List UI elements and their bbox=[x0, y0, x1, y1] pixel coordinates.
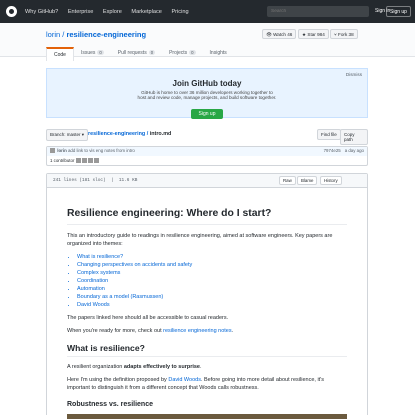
commit-message[interactable]: add link to vis eng notes from intro bbox=[68, 148, 135, 153]
tab-projects[interactable]: Projects 0 bbox=[162, 47, 202, 61]
tab-count: 0 bbox=[148, 50, 156, 55]
avatar bbox=[93, 158, 99, 164]
commit-time: a day ago bbox=[344, 148, 364, 153]
avatar bbox=[87, 158, 93, 164]
theme-link[interactable]: What is resilience? bbox=[77, 253, 347, 261]
tab-count: 0 bbox=[97, 50, 104, 55]
contributors-label: 1 contributor bbox=[50, 158, 75, 163]
file-size: 11.6 KB bbox=[118, 178, 138, 183]
tab-count: 0 bbox=[189, 50, 196, 55]
signup-button[interactable]: Sign up bbox=[386, 6, 411, 17]
repo-header: lorin / resilience-engineering 👁 Watch 4… bbox=[0, 23, 415, 61]
woods-link[interactable]: David Woods bbox=[168, 377, 201, 383]
commit-sha[interactable]: 7974e25 bbox=[324, 148, 341, 153]
blame-button[interactable]: Blame bbox=[297, 176, 318, 185]
branch-select[interactable]: Branch: master ▾ bbox=[46, 129, 89, 141]
text: A resilient organization bbox=[67, 364, 124, 370]
notes-link[interactable]: resilience engineering notes bbox=[163, 328, 232, 334]
file-viewer: 241 lines (181 sloc) | 11.6 KB Raw Blame… bbox=[46, 173, 368, 419]
main-nav: Why GitHub? Enterprise Explore Marketpla… bbox=[25, 9, 197, 15]
theme-link[interactable]: David Woods bbox=[77, 301, 347, 309]
tab-insights[interactable]: Insights bbox=[203, 47, 234, 61]
tab-label: Issues bbox=[80, 50, 96, 56]
tab-label: Code bbox=[54, 52, 66, 58]
nav-enterprise[interactable]: Enterprise bbox=[68, 9, 94, 15]
commit-info: lorin add link to vis eng notes from int… bbox=[47, 147, 367, 156]
github-logo-icon[interactable] bbox=[6, 6, 17, 17]
tab-label: Pull requests bbox=[117, 50, 147, 56]
nav-explore[interactable]: Explore bbox=[103, 9, 122, 15]
history-button[interactable]: History bbox=[320, 176, 342, 185]
breadcrumb-file: intro.md bbox=[149, 131, 172, 137]
intro-paragraph: This an introductory guide to readings i… bbox=[67, 233, 333, 247]
tab-code[interactable]: Code bbox=[46, 47, 74, 61]
find-file-button[interactable]: Find file bbox=[317, 129, 341, 140]
theme-link[interactable]: Coordination bbox=[77, 277, 347, 285]
repo-tabs: Code Issues 0 Pull requests 0 Projects 0 In… bbox=[46, 47, 234, 61]
bold-text: adapts effectively to surprise bbox=[123, 364, 200, 370]
join-banner: Dismiss Join GitHub today GitHub is home… bbox=[46, 68, 368, 119]
themes-list: What is resilience? Changing perspective… bbox=[77, 253, 347, 309]
text: Here I'm using the definition proposed b… bbox=[67, 377, 169, 383]
commit-author[interactable]: lorin bbox=[57, 148, 67, 153]
fork-label: Fork bbox=[338, 32, 348, 37]
search-input[interactable] bbox=[267, 6, 369, 17]
tab-label: Insights bbox=[209, 50, 227, 56]
paragraph: When you're ready for more, check out re… bbox=[67, 328, 234, 334]
file-lines: 241 lines (181 sloc) bbox=[53, 178, 106, 183]
tab-label: Projects bbox=[169, 50, 188, 56]
avatar bbox=[75, 158, 81, 164]
dismiss-button[interactable]: Dismiss bbox=[346, 72, 362, 77]
tab-pull-requests[interactable]: Pull requests 0 bbox=[111, 47, 162, 61]
subsection-heading: Robustness vs. resilience bbox=[67, 401, 153, 408]
repo-title: lorin / resilience-engineering bbox=[46, 30, 147, 39]
file-nav: Branch: master ▾ resilience-engineering … bbox=[46, 129, 368, 145]
commit-box: lorin add link to vis eng notes from int… bbox=[46, 146, 368, 166]
join-text: GitHub is home to over 36 million develo… bbox=[137, 90, 277, 100]
theme-link[interactable]: Automation bbox=[77, 285, 347, 293]
watch-button[interactable]: 👁 Watch 46 bbox=[262, 29, 297, 39]
tab-issues[interactable]: Issues 0 bbox=[74, 47, 111, 61]
fork-button[interactable]: ⑂ Fork 38 bbox=[330, 29, 358, 39]
repo-name-link[interactable]: resilience-engineering bbox=[66, 30, 146, 39]
avatar bbox=[50, 148, 55, 154]
avatar bbox=[81, 158, 87, 164]
paragraph: The papers linked here should all be acc… bbox=[67, 315, 229, 321]
breadcrumb-separator: / bbox=[146, 131, 149, 137]
markdown-body: Resilience engineering: Where do I start… bbox=[47, 208, 367, 419]
file-header: 241 lines (181 sloc) | 11.6 KB Raw Blame… bbox=[47, 174, 367, 188]
contributors[interactable]: 1 contributor bbox=[47, 156, 367, 165]
branch-label: Branch: master bbox=[50, 132, 81, 137]
breadcrumb: resilience-engineering / intro.md bbox=[88, 131, 171, 137]
theme-link[interactable]: Boundary as a model (Rasmussen) bbox=[77, 293, 347, 301]
watch-count: 46 bbox=[287, 32, 293, 37]
star-button[interactable]: ★ Star 984 bbox=[298, 29, 329, 39]
star-label: Star bbox=[307, 32, 316, 37]
theme-link[interactable]: Changing perspectives on accidents and s… bbox=[77, 261, 347, 269]
paragraph: A resilient organization adapts effectiv… bbox=[67, 364, 202, 370]
doc-title: Resilience engineering: Where do I start… bbox=[67, 208, 347, 225]
nav-pricing[interactable]: Pricing bbox=[171, 9, 188, 15]
fork-count: 38 bbox=[348, 32, 354, 37]
watch-label: Watch bbox=[273, 32, 286, 37]
paragraph: Here I'm using the definition proposed b… bbox=[67, 376, 347, 392]
join-signup-button[interactable]: Sign up bbox=[190, 109, 224, 119]
star-count: 984 bbox=[317, 32, 325, 37]
nav-marketplace[interactable]: Marketplace bbox=[131, 9, 161, 15]
repo-owner-link[interactable]: lorin bbox=[46, 30, 60, 39]
join-title: Join GitHub today bbox=[172, 79, 242, 88]
theme-link[interactable]: Complex systems bbox=[77, 269, 347, 277]
top-header: Why GitHub? Enterprise Explore Marketpla… bbox=[0, 0, 415, 23]
nav-why-github[interactable]: Why GitHub? bbox=[25, 9, 58, 15]
breadcrumb-repo[interactable]: resilience-engineering bbox=[88, 131, 145, 137]
text: When you're ready for more, check out bbox=[67, 328, 164, 334]
copy-path-button[interactable]: Copy path bbox=[340, 129, 368, 145]
raw-button[interactable]: Raw bbox=[279, 176, 296, 185]
section-heading: What is resilience? bbox=[67, 343, 347, 357]
